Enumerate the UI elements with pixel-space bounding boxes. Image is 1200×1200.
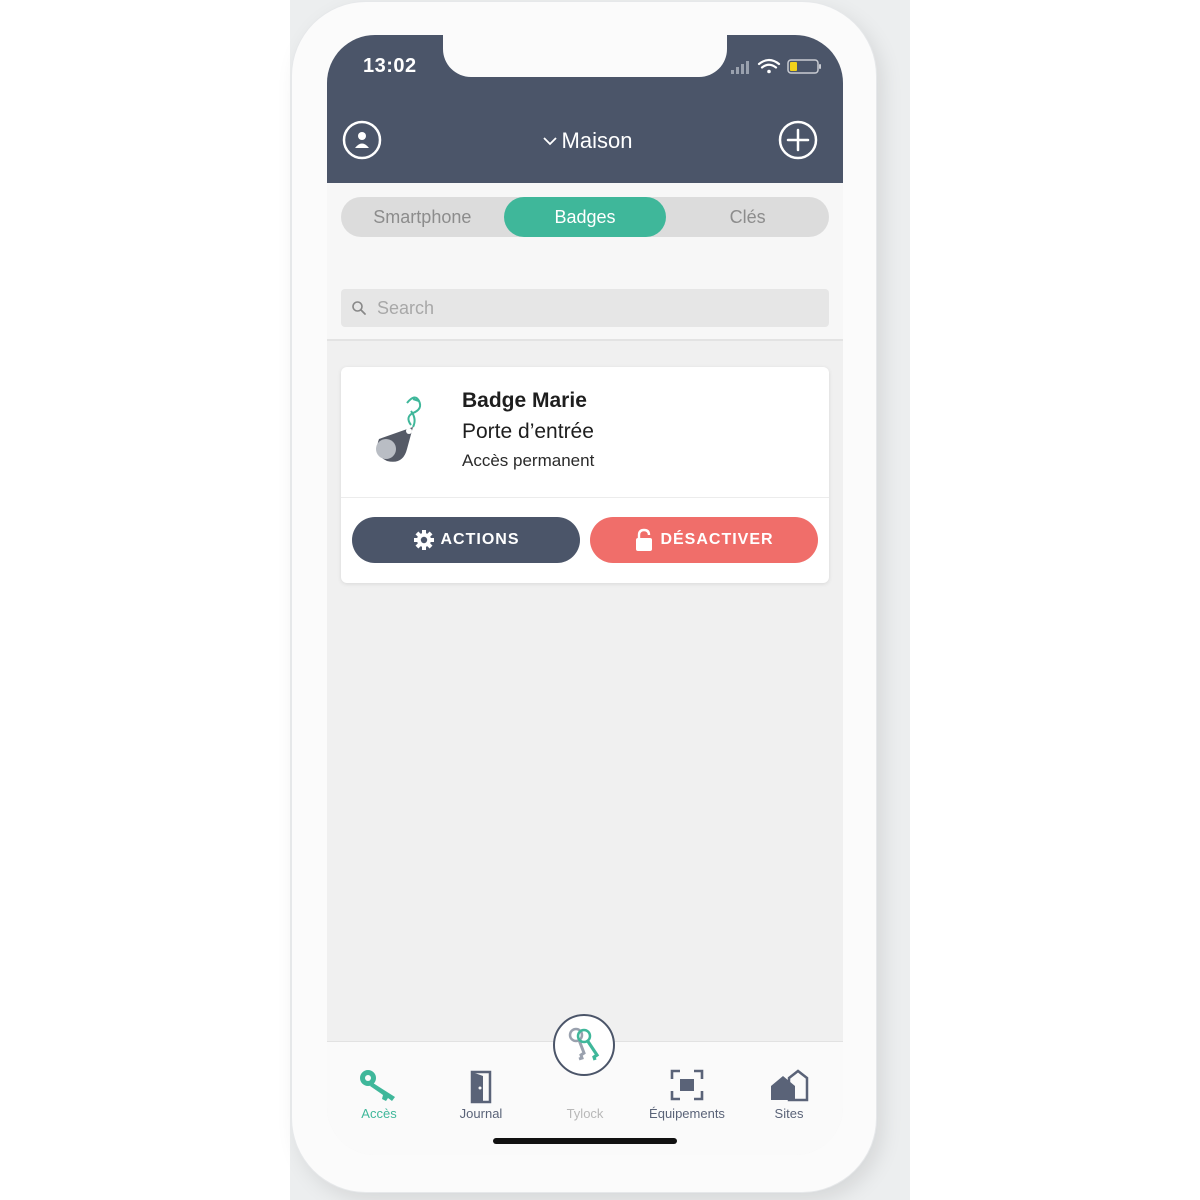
- tab-sites-label: Sites: [774, 1106, 804, 1121]
- tab-journal-label: Journal: [459, 1106, 503, 1121]
- tab-tylock[interactable]: Tylock: [537, 1066, 633, 1132]
- profile-button[interactable]: [341, 119, 383, 161]
- home-indicator: [493, 1138, 677, 1144]
- deactivate-button[interactable]: DÉSACTIVER: [590, 517, 818, 563]
- phone-notch: [443, 35, 727, 77]
- lock-open-icon: [636, 528, 653, 551]
- status-icons: [731, 58, 821, 74]
- badge-card-info[interactable]: Badge Marie Porte d’entrée Accès permane…: [341, 367, 829, 498]
- houses-icon: [771, 1069, 809, 1102]
- signal-icon: [731, 61, 749, 74]
- badge-card: Badge Marie Porte d’entrée Accès permane…: [341, 367, 829, 583]
- tab-sites[interactable]: Sites: [741, 1066, 837, 1132]
- chevron-down-icon: [542, 137, 557, 146]
- tab-bar: Accès Journal Tylock Équipements Sites: [327, 1014, 843, 1155]
- key-icon: [360, 1070, 395, 1101]
- status-time: 13:02: [363, 55, 417, 77]
- search-box: [341, 289, 829, 327]
- site-selector[interactable]: Maison: [507, 125, 667, 157]
- keys-icon: [568, 1027, 600, 1061]
- search-icon: [352, 301, 366, 315]
- segment-smartphone[interactable]: Smartphone: [341, 197, 504, 237]
- segment-cles[interactable]: Clés: [666, 197, 829, 237]
- add-button[interactable]: [777, 119, 819, 161]
- tab-acces[interactable]: Accès: [331, 1066, 427, 1132]
- gear-icon: [413, 530, 434, 550]
- app-header: 13:02 Maison: [327, 35, 843, 183]
- plus-icon: [786, 128, 810, 152]
- badge-door: Porte d’entrée: [462, 420, 594, 443]
- wifi-icon: [757, 58, 781, 74]
- tab-tylock-label: Tylock: [566, 1106, 604, 1121]
- tab-equipements[interactable]: Équipements: [639, 1066, 735, 1132]
- actions-button[interactable]: ACTIONS: [352, 517, 580, 563]
- tab-journal[interactable]: Journal: [433, 1066, 529, 1132]
- segment-badges[interactable]: Badges: [503, 197, 667, 237]
- user-icon: [355, 132, 369, 148]
- scan-frame-icon: [670, 1069, 704, 1101]
- tab-equipements-label: Équipements: [649, 1106, 725, 1121]
- badge-name: Badge Marie: [462, 389, 587, 412]
- battery-icon: [787, 59, 821, 74]
- badge-access-type: Accès permanent: [462, 451, 595, 470]
- actions-label: ACTIONS: [440, 531, 520, 548]
- site-name: Maison: [561, 128, 633, 153]
- segmented-control: Smartphone Badges Clés: [341, 197, 829, 237]
- search-input[interactable]: [375, 296, 799, 320]
- badge-fob-icon: [376, 396, 422, 462]
- door-icon: [470, 1070, 492, 1104]
- tab-acces-label: Accès: [361, 1106, 397, 1121]
- filter-area: Smartphone Badges Clés: [327, 183, 843, 341]
- app-screen: 13:02 Maison Smartphone Badges Clés Sear…: [327, 35, 843, 1155]
- deactivate-label: DÉSACTIVER: [660, 531, 774, 548]
